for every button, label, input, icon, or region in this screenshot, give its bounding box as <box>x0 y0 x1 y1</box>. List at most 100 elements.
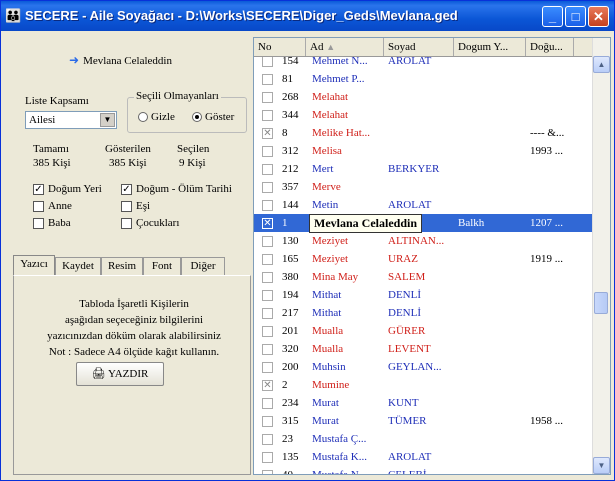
table-row[interactable]: 212 Mert BERKYER <box>254 160 594 178</box>
check-spouse-box[interactable] <box>121 200 132 212</box>
row-checkbox[interactable] <box>262 110 273 121</box>
row-checkbox[interactable] <box>262 308 273 319</box>
table-row[interactable]: 81 Mehmet P... <box>254 70 594 88</box>
row-checkbox[interactable] <box>262 416 273 427</box>
check-children-box[interactable] <box>121 217 132 229</box>
row-checkbox[interactable] <box>262 254 273 265</box>
radio-show-circle[interactable] <box>192 112 202 123</box>
row-checkbox[interactable] <box>262 398 273 409</box>
row-name: Melisa <box>312 145 342 157</box>
table-row[interactable]: 344 Melahat <box>254 106 594 124</box>
table-row[interactable]: ✕ 2 Mumine <box>254 376 594 394</box>
vertical-scrollbar[interactable]: ▲ ▼ <box>592 38 610 474</box>
tab-save[interactable]: Kaydet <box>55 257 101 275</box>
col-name[interactable]: Ad ▲ <box>306 38 384 56</box>
table-row[interactable]: 200 Muhsin GEYLAN... <box>254 358 594 376</box>
row-checkbox[interactable] <box>262 200 273 211</box>
scroll-up-button[interactable]: ▲ <box>593 56 610 73</box>
chevron-down-icon[interactable]: ▼ <box>100 113 115 127</box>
close-button[interactable]: ✕ <box>588 6 609 27</box>
check-birthplace[interactable]: ✓ Doğum Yeri <box>33 183 102 195</box>
print-button[interactable]: 🖨 YAZDIR <box>76 362 164 386</box>
check-father[interactable]: Baba <box>33 217 71 229</box>
row-checkbox[interactable]: ✕ <box>262 380 273 391</box>
radio-show[interactable]: Göster <box>192 111 234 123</box>
row-no: 194 <box>282 289 299 301</box>
row-checkbox[interactable] <box>262 182 273 193</box>
row-name: Meziyet <box>312 253 349 265</box>
check-mother-box[interactable] <box>33 200 44 212</box>
scroll-thumb[interactable] <box>594 292 608 314</box>
table-row[interactable]: 312 Melisa 1993 ... <box>254 142 594 160</box>
table-row[interactable]: 165 Meziyet URAZ 1919 ... <box>254 250 594 268</box>
row-checkbox[interactable] <box>262 164 273 175</box>
row-checkbox[interactable] <box>262 92 273 103</box>
table-row[interactable]: 135 Mustafa K... AROLAT <box>254 448 594 466</box>
row-checkbox[interactable] <box>262 434 273 445</box>
row-no: 1 <box>282 217 288 229</box>
row-no: 2 <box>282 379 288 391</box>
table-row[interactable]: 320 Mualla LEVENT <box>254 340 594 358</box>
col-surname[interactable]: Soyad <box>384 38 454 56</box>
row-checkbox[interactable] <box>262 344 273 355</box>
row-checkbox[interactable] <box>262 362 273 373</box>
radio-hide-circle[interactable] <box>138 112 148 123</box>
table-row[interactable]: 201 Mualla GÜRER <box>254 322 594 340</box>
table-row[interactable]: 144 Metin AROLAT <box>254 196 594 214</box>
scope-select[interactable]: Ailesi ▼ <box>25 111 117 129</box>
maximize-button[interactable]: □ <box>565 6 586 27</box>
col-birthplace[interactable]: Dogum Y... <box>454 38 526 56</box>
row-birthplace <box>458 322 524 340</box>
row-birthdate <box>530 304 574 322</box>
row-birthdate <box>530 196 574 214</box>
row-surname <box>388 214 454 232</box>
tab-printer[interactable]: Yazıcı <box>13 255 55 275</box>
row-checkbox[interactable] <box>262 146 273 157</box>
check-birth-death[interactable]: ✓ Doğum - Ölüm Tarihi <box>121 183 232 195</box>
minimize-button[interactable]: _ <box>542 6 563 27</box>
tab-image[interactable]: Resim <box>101 257 143 275</box>
table-row[interactable]: 130 Meziyet ALTINAN... <box>254 232 594 250</box>
col-birthdate[interactable]: Doğu... <box>526 38 574 56</box>
people-grid[interactable]: 154 Mehmet N... AROLAT 81 Mehmet P... 268 Mela… <box>253 37 611 475</box>
row-checkbox[interactable] <box>262 290 273 301</box>
check-father-box[interactable] <box>33 217 44 229</box>
check-mother[interactable]: Anne <box>33 200 72 212</box>
radio-hide[interactable]: Gizle <box>138 111 175 123</box>
tab-font[interactable]: Font <box>143 257 181 275</box>
table-row[interactable]: 357 Merve <box>254 178 594 196</box>
table-row[interactable]: 23 Mustafa Ç... <box>254 430 594 448</box>
check-spouse[interactable]: Eşi <box>121 200 150 212</box>
table-row[interactable]: 315 Murat TÜMER 1958 ... <box>254 412 594 430</box>
table-row[interactable]: 40 Mustafa N... ÇELEBİ <box>254 466 594 474</box>
table-row[interactable]: ✕ 8 Melike Hat... ---- &... <box>254 124 594 142</box>
row-checkbox[interactable]: ✕ <box>262 128 273 139</box>
table-row[interactable]: 194 Mithat DENLİ <box>254 286 594 304</box>
row-surname <box>388 376 454 394</box>
title-bar[interactable]: 👪 SECERE - Aile Soyağacı - D:\Works\SECE… <box>1 1 614 31</box>
row-birthplace <box>458 358 524 376</box>
row-checkbox[interactable] <box>262 470 273 474</box>
row-checkbox[interactable] <box>262 326 273 337</box>
table-row[interactable]: 234 Murat KUNT <box>254 394 594 412</box>
table-row[interactable]: 268 Melahat <box>254 88 594 106</box>
app-window: 👪 SECERE - Aile Soyağacı - D:\Works\SECE… <box>0 0 615 481</box>
tab-other[interactable]: Diğer <box>181 257 225 275</box>
check-children[interactable]: Çocukları <box>121 217 179 229</box>
check-birthplace-box[interactable]: ✓ <box>33 183 44 195</box>
col-no[interactable]: No <box>254 38 306 56</box>
check-birth-death-box[interactable]: ✓ <box>121 183 132 195</box>
scroll-down-button[interactable]: ▼ <box>593 457 610 474</box>
table-row-selected[interactable]: ✕ 1 Mevlana Celaleddin Balkh 1207 ... <box>254 214 594 233</box>
row-name: Mina May <box>312 271 359 283</box>
row-checkbox[interactable] <box>262 452 273 463</box>
table-row[interactable]: 217 Mithat DENLİ <box>254 304 594 322</box>
row-checkbox[interactable] <box>262 272 273 283</box>
row-birthdate: 1919 ... <box>530 253 563 265</box>
row-checkbox[interactable] <box>262 74 273 85</box>
row-name: Mithat <box>312 307 342 319</box>
row-checkbox[interactable]: ✕ <box>262 218 273 229</box>
table-row[interactable]: 380 Mina May SALEM <box>254 268 594 286</box>
row-checkbox[interactable] <box>262 56 273 67</box>
row-checkbox[interactable] <box>262 236 273 247</box>
